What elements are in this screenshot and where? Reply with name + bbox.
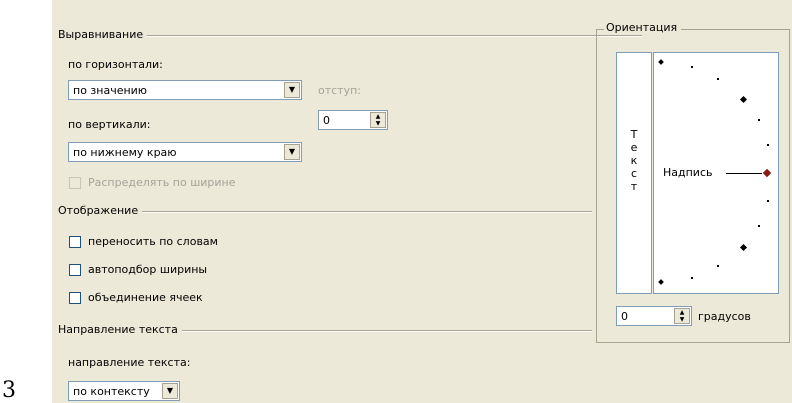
orientation-handle-icon[interactable] (762, 168, 772, 178)
format-cells-alignment-dialog: Выравнивание по горизонтали: по значению… (52, 0, 792, 403)
direction-separator (178, 330, 592, 332)
display-separator (138, 211, 592, 213)
indent-value: 0 (323, 114, 330, 127)
vertical-text-char: к (630, 154, 638, 167)
orientation-group-title: Ориентация (604, 21, 682, 34)
angle-marker-dot (767, 144, 769, 146)
chevron-down-icon[interactable]: ▼ (162, 383, 178, 399)
angle-marker-dot (658, 279, 664, 285)
angle-marker-dot (758, 119, 760, 121)
horizontal-alignment-select[interactable]: по значению ▼ (68, 80, 302, 100)
vertical-text-char: Т (630, 128, 638, 141)
direction-label: направление текста: (68, 356, 191, 369)
vertical-label: по вертикали: (68, 118, 151, 131)
autofit-label: автоподбор ширины (88, 263, 208, 276)
vertical-text-box[interactable]: Т е к с т (616, 52, 652, 294)
outer-label: 3 (2, 378, 16, 403)
vertical-text-char: е (630, 141, 638, 154)
degrees-value: 0 (621, 310, 628, 323)
spinner-arrows-icon[interactable]: ▲ ▼ (674, 308, 690, 324)
wrap-text-label: переносить по словам (88, 235, 218, 248)
vertical-text-char: т (630, 180, 638, 193)
text-direction-value: по контексту (73, 385, 150, 398)
autofit-checkbox[interactable] (69, 264, 81, 276)
angle-marker-dot (717, 265, 719, 267)
merge-cells-label: объединение ячеек (88, 291, 203, 304)
degrees-label: градусов (698, 310, 751, 323)
orientation-pointer-line (726, 173, 762, 174)
angle-marker-dot (739, 95, 748, 104)
vertical-alignment-select[interactable]: по нижнему краю ▼ (68, 142, 302, 162)
angle-marker-dot (691, 66, 693, 68)
distribute-checkbox[interactable] (69, 177, 81, 189)
wrap-text-checkbox[interactable] (69, 236, 81, 248)
vertical-alignment-value: по нижнему краю (73, 146, 177, 159)
alignment-separator (112, 35, 642, 37)
vertical-text-char: с (630, 167, 638, 180)
direction-group-title: Направление текста (58, 323, 182, 336)
display-group-title: Отображение (58, 204, 143, 217)
text-direction-select[interactable]: по контексту ▼ (68, 381, 180, 401)
orientation-inscription: Надпись (663, 166, 713, 179)
horizontal-label: по горизонтали: (68, 58, 163, 71)
indent-spinner[interactable]: 0 ▲ ▼ (318, 110, 388, 130)
angle-marker-dot (758, 225, 760, 227)
angle-marker-dot (739, 243, 748, 252)
indent-label: отступ: (318, 84, 362, 97)
distribute-label: Распределять по ширине (88, 176, 236, 189)
orientation-dial[interactable]: Надпись (653, 52, 779, 294)
alignment-group-title: Выравнивание (58, 28, 148, 41)
angle-marker-dot (717, 78, 719, 80)
angle-marker-dot (691, 277, 693, 279)
horizontal-alignment-value: по значению (73, 84, 148, 97)
degrees-spinner[interactable]: 0 ▲ ▼ (616, 306, 692, 326)
angle-marker-dot (767, 200, 769, 202)
chevron-down-icon[interactable]: ▼ (284, 82, 300, 98)
chevron-down-icon[interactable]: ▼ (284, 144, 300, 160)
spinner-arrows-icon[interactable]: ▲ ▼ (370, 112, 386, 128)
angle-marker-dot (658, 59, 664, 65)
merge-cells-checkbox[interactable] (69, 292, 81, 304)
